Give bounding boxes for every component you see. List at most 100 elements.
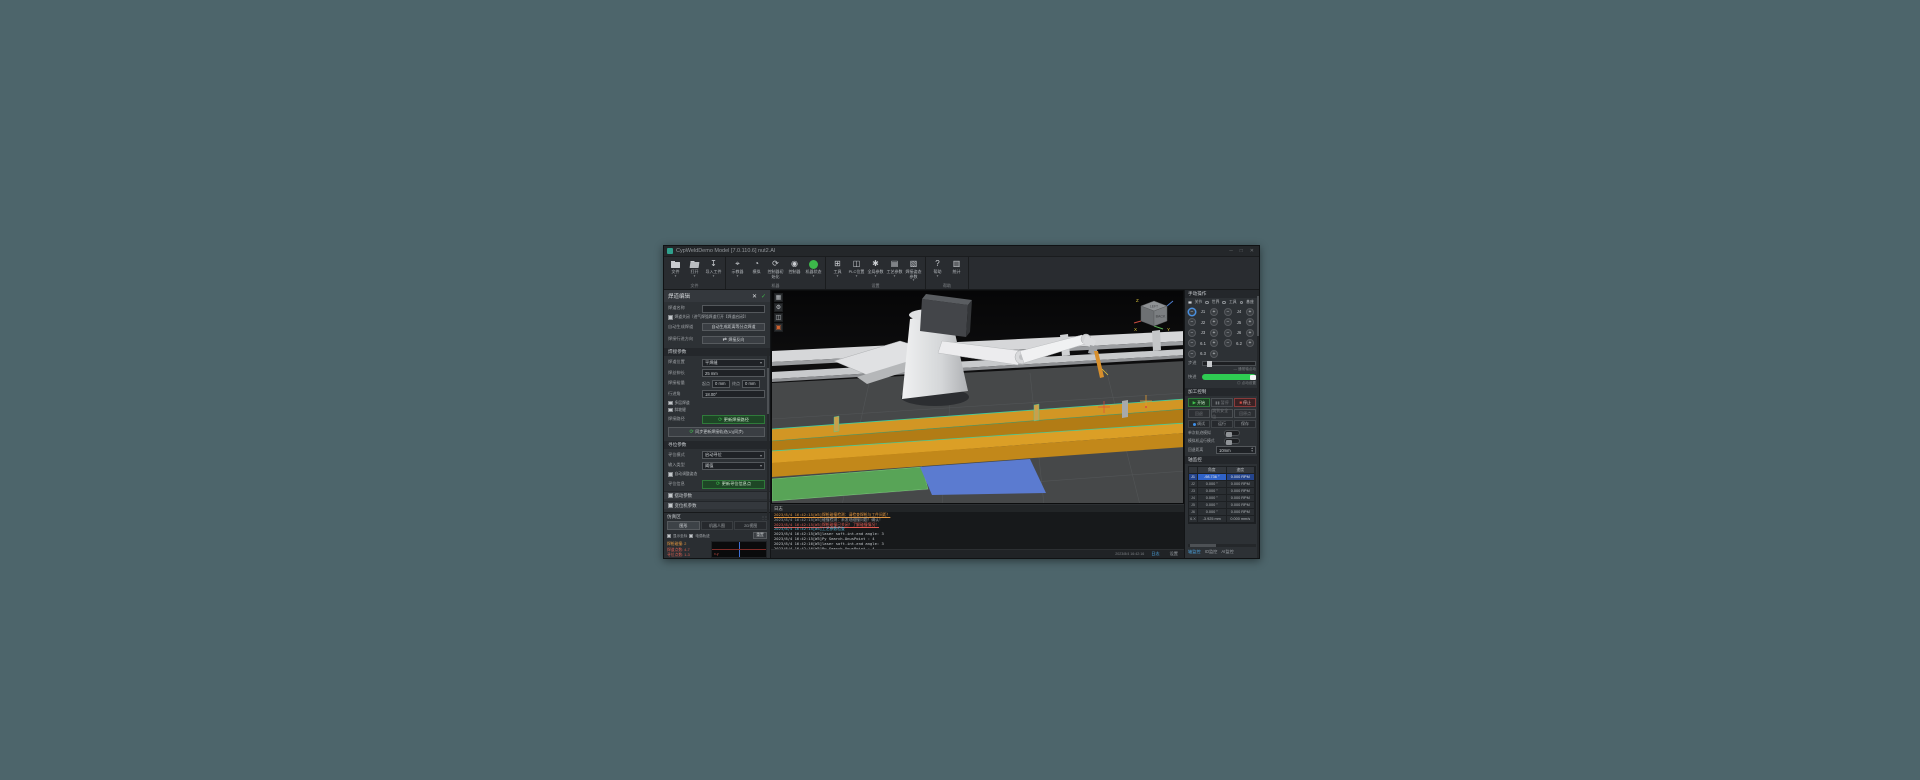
sim-tab-graphic[interactable]: 图形 bbox=[667, 521, 700, 530]
3d-viewport[interactable]: ▦ ⚙ ◫ ▣ LEFT BACK Z X Y bbox=[771, 290, 1184, 504]
tab-axis-monitor[interactable]: 轴监控 bbox=[1188, 549, 1201, 555]
settings-tab[interactable]: 设置 bbox=[1167, 551, 1181, 557]
jog-plus-button[interactable]: + bbox=[1210, 318, 1218, 326]
tools-button[interactable]: ⊞ 工具 ▾ bbox=[828, 258, 847, 278]
controller-button[interactable]: ◉ 控制器 bbox=[785, 258, 804, 275]
jog-minus-button[interactable]: − bbox=[1188, 328, 1196, 337]
table-row[interactable]: J4 0.000 ° 0.000 RPM bbox=[1189, 495, 1255, 502]
close-button[interactable]: ✕ bbox=[1250, 248, 1254, 254]
table-row[interactable]: 6.X -3.925 mm 0.000 mm/s bbox=[1189, 516, 1255, 523]
machine-status-button[interactable]: 机器状态 ▾ bbox=[804, 258, 823, 278]
stop-button[interactable]: ■ 停止 bbox=[1234, 398, 1257, 407]
start-button[interactable]: ▶ 开始 bbox=[1188, 398, 1210, 407]
positioner-params-section[interactable]: 变位机参数 bbox=[664, 501, 770, 509]
weld-close-checkbox[interactable] bbox=[668, 315, 673, 320]
slope-checkbox[interactable] bbox=[668, 407, 673, 412]
help-button[interactable]: ? 帮助 ▾ bbox=[928, 258, 947, 278]
view-grid-icon[interactable]: ▦ bbox=[774, 293, 783, 302]
paint-icon[interactable]: ▣ bbox=[774, 323, 783, 332]
auto-adjust-checkbox[interactable] bbox=[668, 472, 673, 477]
jog-minus-button[interactable]: − bbox=[1224, 307, 1232, 316]
step-slider[interactable] bbox=[1202, 360, 1256, 367]
teach-pendant-button[interactable]: ⌖ 示教器 ▾ bbox=[728, 258, 747, 278]
minimize-button[interactable]: ─ bbox=[1229, 248, 1233, 254]
save-mode-button[interactable]: 保存 bbox=[1234, 420, 1256, 428]
pause-button[interactable]: ▮▮ 暂停 bbox=[1211, 398, 1233, 407]
home-button[interactable]: 回原点 bbox=[1234, 409, 1257, 418]
right-panel-hscrollbar[interactable] bbox=[1188, 544, 1256, 547]
controller-init-button[interactable]: ⟳ 控制器初始化 bbox=[766, 258, 785, 279]
plc-position-button[interactable]: ◫ PLC位置 ▾ bbox=[847, 258, 866, 278]
stickout-input[interactable]: 25 mm bbox=[702, 369, 765, 377]
jog-plus-button[interactable]: + bbox=[1210, 328, 1218, 337]
process-params-button[interactable]: ▤ 工艺参数 ▾ bbox=[885, 258, 904, 278]
simulate-button[interactable]: ◔ 模拟 bbox=[747, 258, 766, 275]
fast-toggle[interactable] bbox=[1202, 374, 1256, 380]
update-locate-info-button[interactable]: ⟳ 更新寻位信息点 bbox=[702, 479, 765, 489]
file-button[interactable]: 文件 ▾ bbox=[666, 258, 685, 278]
run-mode-button[interactable]: 运行 bbox=[1211, 420, 1233, 428]
table-row[interactable]: J5 0.000 ° 0.000 RPM bbox=[1189, 502, 1255, 509]
table-row[interactable]: J2 0.000 ° 0.000 RPM bbox=[1189, 481, 1255, 488]
close-panel-icon[interactable]: ✕ bbox=[752, 293, 757, 300]
jog-minus-button[interactable]: − bbox=[1188, 349, 1196, 358]
radio-base[interactable] bbox=[1239, 300, 1244, 305]
weld-pose-params-button[interactable]: ▧ 焊接姿态参数 ▾ bbox=[904, 258, 923, 283]
sim-tab-2d-view[interactable]: 2D视图 bbox=[734, 521, 768, 530]
show-coords-checkbox[interactable] bbox=[667, 533, 671, 538]
open-button[interactable]: 打开 ▾ bbox=[685, 258, 704, 278]
multilayer-checkbox[interactable] bbox=[668, 400, 673, 405]
maximize-button[interactable]: □ bbox=[1240, 248, 1243, 254]
jog-minus-button[interactable]: − bbox=[1224, 328, 1232, 337]
arc-trace-checkbox[interactable] bbox=[689, 533, 694, 538]
back-button[interactable]: 回退 bbox=[1188, 409, 1210, 418]
gear-icon[interactable]: ⚙ bbox=[774, 303, 783, 312]
jog-plus-button[interactable]: + bbox=[1210, 349, 1218, 358]
jog-minus-button[interactable]: − bbox=[1224, 339, 1232, 347]
jog-minus-button[interactable]: − bbox=[1188, 307, 1196, 316]
jog-plus-button[interactable]: + bbox=[1210, 307, 1218, 316]
jog-minus-button[interactable]: − bbox=[1188, 339, 1196, 347]
swing-checkbox[interactable] bbox=[668, 493, 673, 498]
radio-tool[interactable] bbox=[1222, 300, 1226, 305]
travel-angle-input[interactable]: 18.00° bbox=[702, 390, 765, 398]
table-row[interactable]: J1 -98.736 ° 0.000 RPM bbox=[1189, 474, 1255, 481]
goto-safe-button[interactable]: 跳到安全位 bbox=[1211, 408, 1233, 419]
table-row[interactable]: J3 0.000 ° 0.000 RPM bbox=[1189, 488, 1255, 495]
radio-world[interactable] bbox=[1205, 300, 1209, 305]
backoff-spinner[interactable]: 10mm ▴ ▾ bbox=[1216, 446, 1256, 454]
jog-minus-button[interactable]: − bbox=[1224, 318, 1232, 326]
navigation-cube[interactable]: LEFT BACK Z X Y bbox=[1133, 294, 1175, 332]
debug-mode-button[interactable]: 调试 bbox=[1188, 420, 1210, 428]
single-sim-toggle[interactable] bbox=[1224, 430, 1240, 437]
log-lines[interactable]: 2023/8/4 16:42:15[W3]焊枪碰撞检测：请检查焊枪与工件间距！ … bbox=[771, 512, 1184, 549]
locate-mode-select[interactable]: 启动寻位 ▾ bbox=[702, 451, 765, 459]
left-panel-scrollbar[interactable] bbox=[766, 350, 769, 520]
jog-plus-button[interactable]: + bbox=[1210, 339, 1218, 347]
margin-start-input[interactable]: 0 mm bbox=[712, 379, 730, 388]
confirm-icon[interactable]: ✓ bbox=[761, 293, 766, 300]
jog-plus-button[interactable]: + bbox=[1246, 307, 1254, 316]
reset-button[interactable]: 重置 bbox=[753, 532, 767, 539]
tab-io-monitor[interactable]: IO监控 bbox=[1205, 549, 1218, 555]
positioner-checkbox[interactable] bbox=[668, 503, 673, 508]
swing-params-section[interactable]: 摆动参数 bbox=[664, 491, 770, 499]
weld-position-select[interactable]: 平焊缝 ▾ bbox=[702, 358, 765, 367]
jog-plus-button[interactable]: + bbox=[1246, 318, 1254, 326]
jog-plus-button[interactable]: + bbox=[1246, 339, 1254, 347]
sync-update-button[interactable]: ⟳ 同步更新焊接轨迹(U)(同步) bbox=[668, 427, 765, 437]
jog-plus-button[interactable]: + bbox=[1246, 328, 1254, 337]
radio-joint[interactable] bbox=[1188, 300, 1192, 305]
stats-button[interactable]: ▥ 统计 bbox=[947, 258, 966, 275]
import-part-button[interactable]: ↧ 导入工件 ▾ bbox=[704, 258, 723, 278]
update-weld-path-button[interactable]: ⟳ 更新焊接路径 bbox=[702, 415, 765, 424]
tab-ai-monitor[interactable]: AI监控 bbox=[1221, 549, 1233, 555]
sim-run-mode-toggle[interactable] bbox=[1224, 438, 1240, 445]
input-type-select[interactable]: 阈值 ▾ bbox=[702, 461, 765, 470]
auto-generate-button[interactable]: 自动生成距离等分点焊道 bbox=[702, 323, 765, 331]
log-tab[interactable]: 日志 bbox=[1148, 551, 1162, 557]
sim-tab-robot-view[interactable]: 机器人图 bbox=[700, 521, 734, 530]
reverse-direction-button[interactable]: ⇄ 焊接反向 bbox=[702, 335, 765, 344]
margin-end-input[interactable]: 0 mm bbox=[742, 379, 760, 388]
weld-name-input[interactable] bbox=[702, 304, 765, 313]
